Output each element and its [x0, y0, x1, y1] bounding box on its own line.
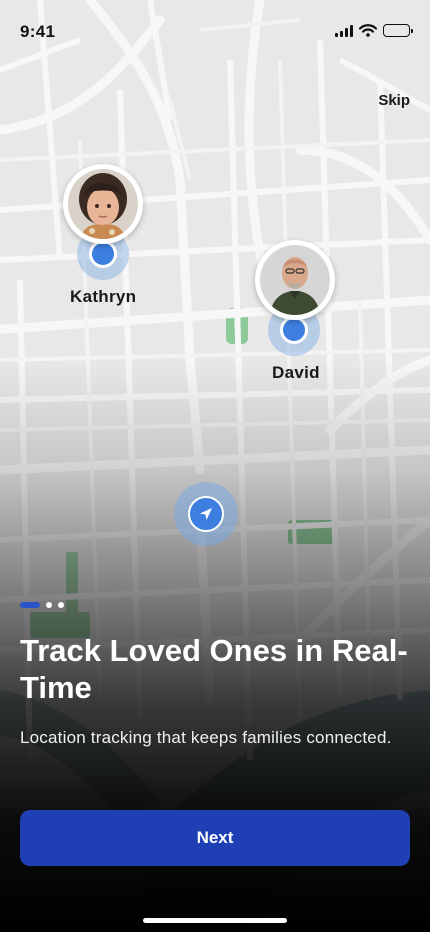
location-pin-icon[interactable]: [89, 240, 117, 268]
skip-button[interactable]: Skip: [378, 92, 410, 109]
avatar-kathryn[interactable]: [63, 164, 143, 244]
marker-label-david: David: [272, 363, 320, 382]
navigation-arrow-icon: [188, 496, 224, 532]
bottom-gradient-overlay: [0, 0, 430, 932]
avatar-david[interactable]: [255, 240, 335, 320]
current-location-button[interactable]: [174, 482, 238, 546]
marker-label-kathryn: Kathryn: [70, 287, 137, 306]
status-bar: 9:41: [0, 0, 430, 56]
kathryn-photo: [68, 169, 138, 239]
wifi-icon: [359, 24, 377, 37]
page-dot-2[interactable]: [46, 602, 52, 608]
status-time: 9:41: [20, 22, 56, 41]
battery-icon: [383, 24, 413, 37]
page-dot-1[interactable]: [20, 602, 40, 608]
location-pin-icon[interactable]: [280, 316, 308, 344]
david-photo: [260, 245, 330, 315]
status-icons: [335, 24, 413, 37]
cellular-signal-icon: [335, 24, 353, 37]
onboarding-title: Track Loved Ones in Real-Time: [20, 633, 408, 705]
page-dot-3[interactable]: [58, 602, 64, 608]
onboarding-screen: 9:41 Skip Kathryn David Track Loved Ones…: [0, 0, 430, 932]
next-button[interactable]: Next: [20, 810, 410, 866]
page-indicator: [20, 602, 64, 608]
onboarding-subtitle: Location tracking that keeps families co…: [20, 728, 392, 747]
home-indicator: [143, 918, 287, 923]
